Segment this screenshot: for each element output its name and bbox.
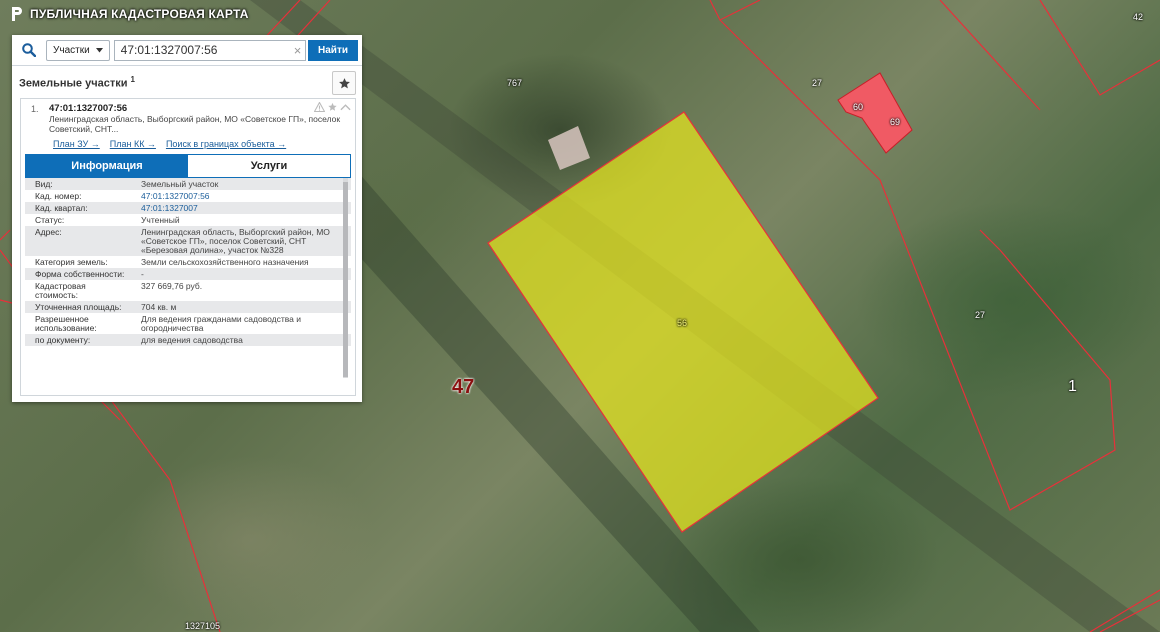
panel-bottom-spacer [12,396,362,402]
attr-key: по документу: [25,334,131,346]
favorites-button[interactable] [332,71,356,95]
map-label-42: 42 [1133,12,1144,22]
table-row: Кадастровая стоимость: 327 669,76 руб. [25,280,351,301]
attr-value[interactable]: 47:01:1327007:56 [131,190,351,202]
table-row: Статус: Учтенный [25,214,351,226]
search-type-label: Участки [53,44,90,56]
attr-value: для ведения садоводства [131,334,351,346]
attr-key: Вид: [25,178,131,190]
star-icon [338,77,350,88]
search-icon[interactable] [12,35,46,65]
map-label-767: 767 [507,78,523,88]
app-header: ПУБЛИЧНАЯ КАДАСТРОВАЯ КАРТА [10,6,249,22]
attr-key: Уточненная площадь: [25,301,131,313]
table-row: Кад. номер: 47:01:1327007:56 [25,190,351,202]
card-tabs: Информация Услуги [25,154,351,178]
attr-key: Категория земель: [25,256,131,268]
attr-key: Адрес: [25,226,131,256]
attr-key: Форма собственности: [25,268,131,280]
attr-value: - [131,268,351,280]
search-row: Участки × Найти [12,35,362,66]
chevron-up-icon[interactable] [340,102,351,112]
result-links: План ЗУ → План КК → Поиск в границах объ… [21,134,355,152]
attr-value: Для ведения гражданами садоводства и ого… [131,313,351,334]
map-label-69: 69 [890,117,901,127]
card-actions [314,102,351,112]
table-row: Вид: Земельный участок [25,178,351,190]
result-cad-number: 47:01:1327007:56 [49,103,128,114]
map-label-56: 56 [677,318,688,328]
attr-key: Кад. квартал: [25,202,131,214]
map-label-60: 60 [853,102,864,112]
table-row: Разрешенное использование: Для ведения гр… [25,313,351,334]
table-row: Уточненная площадь: 704 кв. м [25,301,351,313]
logo-icon [12,7,22,21]
search-type-select[interactable]: Участки [46,39,110,61]
result-address: Ленинградская область, Выборгский район,… [49,114,341,134]
app-title: ПУБЛИЧНАЯ КАДАСТРОВАЯ КАРТА [30,7,249,21]
attr-value: 704 кв. м [131,301,351,313]
building-polygon[interactable] [837,72,913,154]
table-row: Кад. квартал: 47:01:1327007 [25,202,351,214]
map-label-27-top: 27 [812,78,823,88]
results-header: Земельные участки 1 [12,66,362,98]
link-search-within[interactable]: Поиск в границах объекта → [166,139,286,149]
chevron-down-icon [95,47,103,52]
tab-services[interactable]: Услуги [188,155,350,177]
attributes-table: Вид: Земельный участок Кад. номер: 47:01:1… [25,178,351,346]
result-card: 1. 47:01:1327007:56 Ленинградская област… [20,98,356,396]
attr-key: Разрешенное использование: [25,313,131,334]
attr-value[interactable]: 47:01:1327007 [131,202,351,214]
tab-info[interactable]: Информация [26,155,188,177]
map-label-1: 1 [1068,378,1077,395]
results-title: Земельные участки 1 [19,75,135,90]
map-label-quarter: 1327105 [185,621,221,631]
scrollbar-thumb[interactable] [343,182,348,377]
attr-value: Учтенный [131,214,351,226]
map-label-zone-47: 47 [452,376,475,398]
results-count: 1 [130,74,135,84]
attr-key: Кадастровая стоимость: [25,280,131,301]
table-row: Форма собственности: - [25,268,351,280]
star-icon[interactable] [327,102,338,112]
clear-icon[interactable]: × [290,39,307,61]
search-panel: Участки × Найти Земельные участки 1 1. 4… [12,35,362,402]
link-plan-kk[interactable]: План КК → [110,139,156,149]
attr-value: Ленинградская область, Выборгский район,… [131,226,351,256]
link-plan-zu[interactable]: План ЗУ → [53,139,100,149]
result-index: 1. [31,104,39,114]
attr-key: Статус: [25,214,131,226]
attr-key: Кад. номер: [25,190,131,202]
table-row: Категория земель: Земли сельскохозяйствен… [25,256,351,268]
search-input[interactable] [113,39,291,61]
results-title-text: Земельные участки [19,77,128,90]
table-row: Адрес: Ленинградская область, Выборгский … [25,226,351,256]
find-button[interactable]: Найти [308,39,358,61]
attr-value: Земельный участок [131,178,351,190]
table-row: по документу: для ведения садоводства [25,334,351,346]
map-label-27: 27 [975,310,986,320]
warning-icon[interactable] [314,102,325,112]
result-card-header[interactable]: 1. 47:01:1327007:56 Ленинградская област… [21,99,355,134]
attributes-container: Вид: Земельный участок Кад. номер: 47:01:1… [25,178,351,378]
attr-value: 327 669,76 руб. [131,280,351,301]
attr-value: Земли сельскохозяйственного назначения [131,256,351,268]
attributes-scrollbar[interactable] [343,178,348,378]
